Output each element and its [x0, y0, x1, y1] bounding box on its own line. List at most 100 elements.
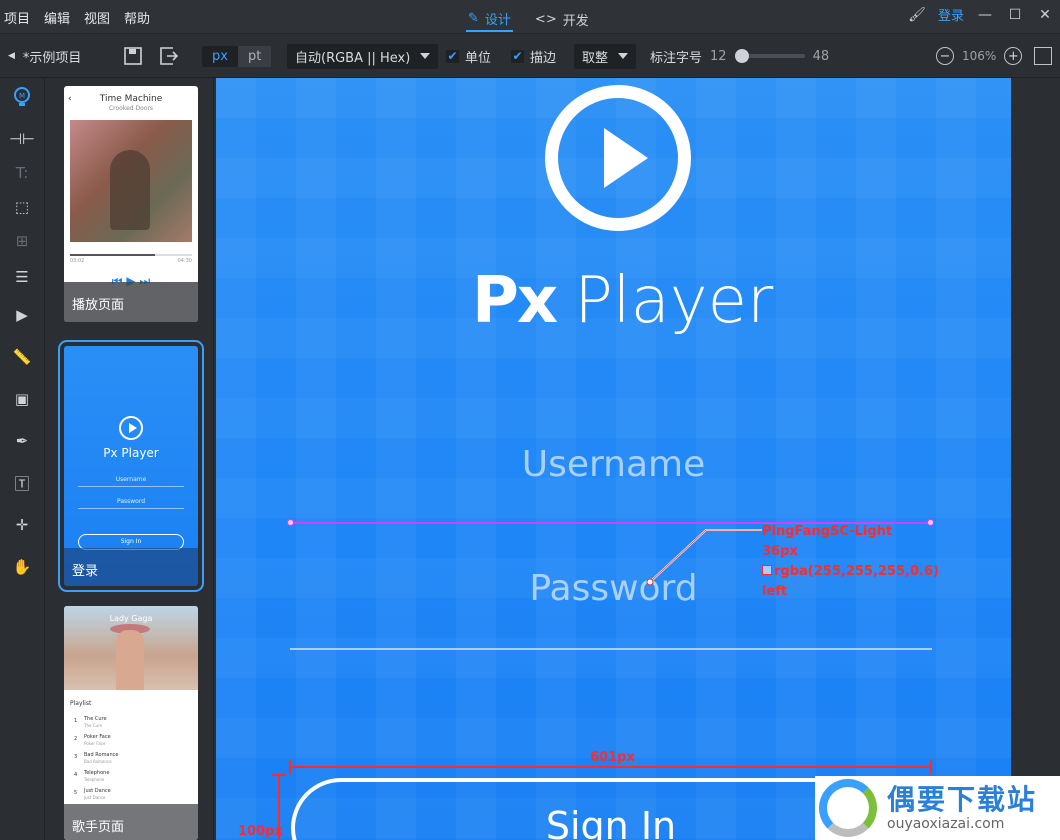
- brand-player: Player: [574, 264, 774, 338]
- width-dim-tick-left: [289, 760, 291, 774]
- font-size-slider[interactable]: [734, 49, 805, 63]
- song-title: Just Dance: [84, 788, 111, 794]
- page-thumb-artist[interactable]: Lady Gaga Playlist 1 The Cure The Cure 2…: [64, 606, 198, 840]
- menu-project[interactable]: 项目: [4, 8, 30, 27]
- zoom-level: 106%: [962, 49, 997, 63]
- stroke-checkbox[interactable]: ✔ 描边: [511, 44, 556, 68]
- unit-px-button[interactable]: px: [202, 46, 238, 67]
- crosshair-icon[interactable]: ✛: [11, 514, 33, 536]
- spec-color: rgba(255,255,255,0.6): [774, 564, 939, 579]
- close-button[interactable]: ✕: [1036, 6, 1054, 24]
- song-sub: Telephone: [84, 777, 105, 782]
- font-size-min: 12: [710, 48, 727, 64]
- chevron-down-icon: [420, 53, 431, 59]
- page-thumb-player[interactable]: ‹ Time Machine Crooked Doors 03:02 04:30…: [64, 86, 198, 322]
- brush-icon[interactable]: 🖌: [908, 6, 926, 24]
- play-circle-icon: [119, 416, 143, 440]
- page-thumb-login[interactable]: Px Player Username Password Sign In 登录: [58, 340, 204, 592]
- progress-track[interactable]: [70, 254, 192, 256]
- login-link[interactable]: 登录: [938, 5, 964, 24]
- song-sub: Just Dance: [84, 795, 106, 800]
- song-index: 1: [74, 718, 78, 724]
- zoom-control: − 106% +: [936, 44, 1053, 68]
- flag-icon[interactable]: ▶: [11, 304, 33, 326]
- ruler-icon[interactable]: 📏: [11, 346, 33, 368]
- list-icon[interactable]: ☰: [11, 266, 33, 288]
- time-start: 03:02: [70, 258, 85, 264]
- color-swatch: [762, 565, 772, 575]
- select-rect-icon[interactable]: ⬚: [11, 196, 33, 218]
- fit-screen-icon[interactable]: [1034, 47, 1053, 65]
- export-icon[interactable]: [160, 44, 178, 68]
- project-selector[interactable]: ◀ *示例项目: [8, 44, 81, 68]
- list-item[interactable]: 5 Just Dance Just Dance: [64, 786, 198, 804]
- list-item[interactable]: 2 Poker Face Poker Face: [64, 732, 198, 750]
- project-name: *示例项目: [22, 50, 82, 66]
- watermark-text: 偶要下载站 ouyaoxiazai.com: [887, 783, 1038, 833]
- time-end: 04:30: [177, 258, 192, 264]
- watermark-logo: [819, 779, 877, 837]
- save-icon[interactable]: [124, 44, 142, 68]
- tab-design[interactable]: ✎ 设计: [466, 6, 513, 32]
- text-style-icon[interactable]: T:: [11, 162, 33, 184]
- selection-handle-left[interactable]: [287, 519, 294, 526]
- maximize-button[interactable]: ☐: [1006, 6, 1024, 24]
- canvas-margin-right: [1011, 78, 1060, 840]
- hand-icon[interactable]: ✋: [11, 556, 33, 578]
- check-icon: ✔: [511, 48, 524, 63]
- song-title: The Cure: [84, 716, 107, 722]
- check-icon: ✔: [446, 48, 459, 63]
- playlist-label: Playlist: [70, 700, 92, 707]
- zoom-in-button[interactable]: +: [1004, 47, 1023, 65]
- window-controls: 🖌 登录 — ☐ ✕: [908, 5, 1054, 25]
- zoom-out-button[interactable]: −: [936, 47, 954, 65]
- thumb-caption: 歌手页面: [64, 804, 198, 840]
- list-item[interactable]: 1 The Cure The Cure: [64, 714, 198, 732]
- measure-icon[interactable]: ⊣⊢: [9, 128, 35, 150]
- unit-checkbox-label: 单位: [465, 50, 492, 66]
- width-dim-tick-right: [930, 760, 932, 774]
- font-size-control: 标注字号 12 48: [650, 44, 829, 68]
- menu-edit[interactable]: 编辑: [44, 8, 70, 27]
- tab-develop-label: 开发: [562, 13, 589, 29]
- eyedropper-icon[interactable]: ✒: [11, 430, 33, 452]
- username-placeholder: Username: [521, 444, 706, 485]
- watermark-title: 偶要下载站: [887, 783, 1038, 816]
- menu-help[interactable]: 帮助: [124, 8, 150, 27]
- chevron-down-icon: [618, 53, 629, 59]
- list-item[interactable]: 3 Bad Romance Bad Romance: [64, 750, 198, 768]
- song-sub: Bad Romance: [84, 759, 112, 764]
- spec-size: 36px: [762, 544, 798, 559]
- artist-name: Lady Gaga: [109, 614, 153, 623]
- song-index: 5: [74, 790, 78, 796]
- logo-bulb-icon[interactable]: M: [11, 86, 33, 108]
- song-sub: The Cure: [84, 723, 103, 728]
- slider-handle[interactable]: [734, 49, 749, 63]
- minimize-button[interactable]: —: [976, 6, 994, 24]
- design-canvas[interactable]: Px Player Username Password PingFangSC-L…: [216, 78, 1011, 840]
- song-title: Telephone: [84, 770, 110, 776]
- unit-pt-button[interactable]: pt: [237, 45, 272, 67]
- rounding-select[interactable]: 取整: [574, 43, 637, 69]
- song-index: 3: [74, 754, 78, 760]
- text-box-icon[interactable]: 🅃: [11, 472, 33, 494]
- color-format-select[interactable]: 自动(RGBA || Hex): [287, 43, 439, 69]
- font-size-label: 标注字号: [650, 50, 703, 66]
- code-icon: <>: [534, 11, 557, 27]
- color-format-value: 自动(RGBA || Hex): [295, 50, 411, 66]
- list-item[interactable]: 4 Telephone Telephone: [64, 768, 198, 786]
- height-dim-tick-top: [272, 774, 286, 776]
- spec-font: PingFangSC-Light: [762, 524, 893, 539]
- slice-icon[interactable]: ⊞: [11, 230, 33, 252]
- thumb-caption: 登录: [64, 548, 198, 586]
- song-title: Bad Romance: [84, 752, 119, 758]
- thumb-username: Username: [78, 476, 184, 487]
- watermark-url: ouyaoxiazai.com: [887, 816, 1005, 832]
- tab-develop[interactable]: <> 开发: [533, 6, 591, 32]
- tool-sidebar: M ⊣⊢ T: ⬚ ⊞ ☰ ▶ 📏 ▣ ✒ 🅃 ✛ ✋: [0, 78, 45, 840]
- frame-icon[interactable]: ▣: [11, 388, 33, 410]
- menu-view[interactable]: 视图: [84, 8, 110, 27]
- collapse-arrow-icon: ◀: [8, 51, 15, 61]
- unit-checkbox[interactable]: ✔ 单位: [446, 44, 491, 68]
- password-underline: [290, 648, 932, 650]
